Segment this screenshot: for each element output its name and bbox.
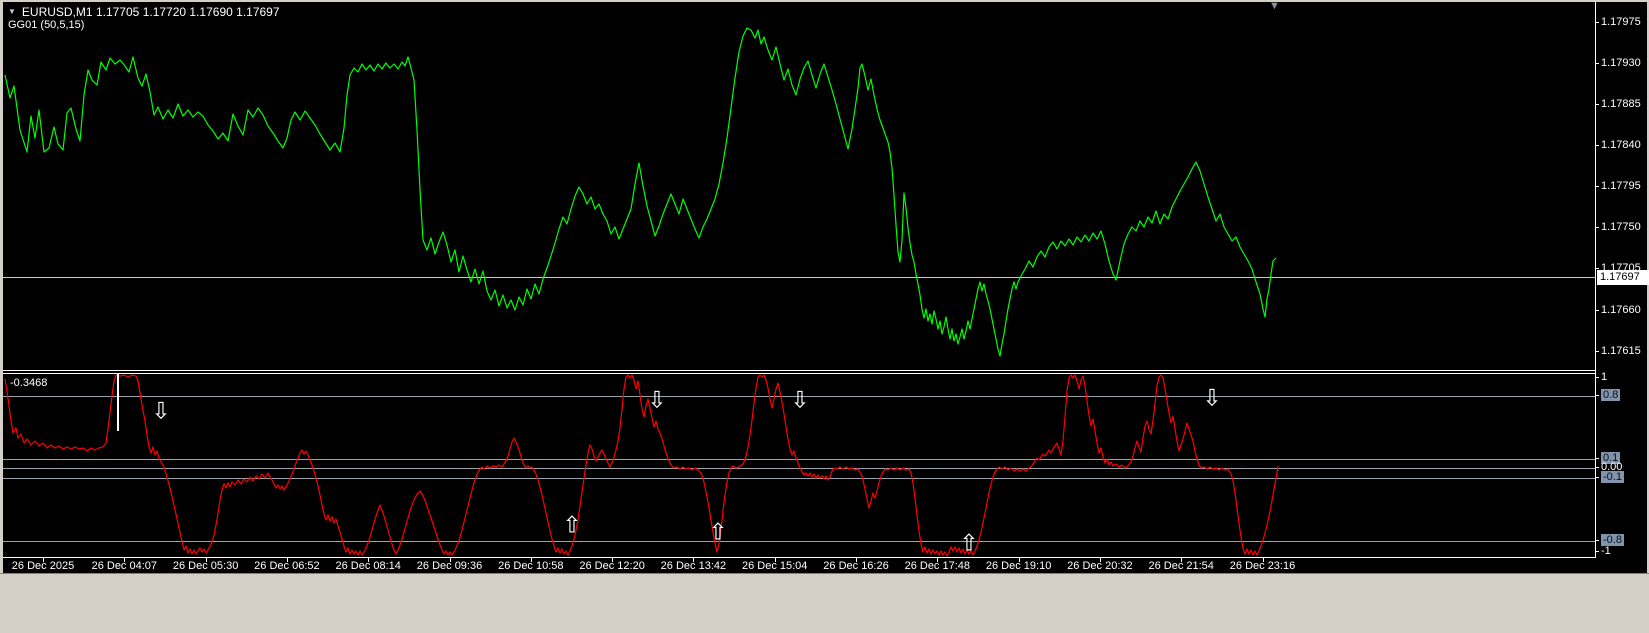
window-border-bottom <box>0 573 1649 633</box>
time-axis-label: 26 Dec 21:54 <box>1148 560 1214 572</box>
price-axis-tick <box>1595 186 1599 187</box>
price-axis-label: 1.17930 <box>1601 57 1641 69</box>
time-axis-label: 26 Dec 16:26 <box>823 560 889 572</box>
price-axis-label: 1.17885 <box>1601 98 1641 110</box>
buy-signal-arrow-icon: ⇧ <box>959 529 979 556</box>
sell-signal-arrow-icon: ⇩ <box>151 397 171 424</box>
indicator-axis-label: 0.8 <box>1601 389 1621 402</box>
window-border-left <box>0 0 3 573</box>
price-axis-tick <box>1595 22 1599 23</box>
price-axis-tick <box>1595 63 1599 64</box>
symbol-dropdown-icon[interactable]: ▼ <box>8 7 16 16</box>
mt4-chart-window: ▼ EURUSD,M1 1.17705 1.17720 1.17690 1.176… <box>0 0 1649 633</box>
time-axis-label: 26 Dec 08:14 <box>335 560 401 572</box>
time-axis-label: 26 Dec 20:32 <box>1067 560 1133 572</box>
indicator-name-label: GG01 (50,5,15) <box>8 19 85 31</box>
indicator-white-marker-line <box>117 374 119 431</box>
price-axis-tick <box>1595 310 1599 311</box>
indicator-axis-tick <box>1595 551 1599 552</box>
indicator-axis-tick <box>1595 395 1599 396</box>
price-axis-border <box>1595 2 1596 558</box>
indicator-current-value: -0.3468 <box>10 377 48 389</box>
current-price-badge: 1.17697 <box>1597 270 1649 285</box>
indicator-axis-label: -0.1 <box>1601 471 1624 484</box>
indicator-axis-tick <box>1595 458 1599 459</box>
price-series-line <box>4 27 1277 357</box>
time-axis-label: 26 Dec 05:30 <box>172 560 239 572</box>
sell-signal-arrow-icon: ⇩ <box>790 386 810 413</box>
time-axis-label: 26 Dec 12:20 <box>579 560 645 572</box>
price-axis-label: 1.17615 <box>1601 345 1641 357</box>
price-chart-canvas[interactable] <box>3 2 1595 371</box>
indicator-axis-label: 1 <box>1601 371 1608 383</box>
price-axis-tick <box>1595 104 1599 105</box>
ohlc-close: 1.17697 <box>236 5 280 19</box>
price-chart-svg <box>3 27 1595 357</box>
chart-shift-marker-icon[interactable]: ▼ <box>1269 1 1280 12</box>
time-axis-label: 26 Dec 09:36 <box>416 560 483 572</box>
buy-signal-arrow-icon: ⇧ <box>562 511 582 538</box>
time-axis-label: 26 Dec 23:16 <box>1229 560 1296 572</box>
indicator-axis-tick <box>1595 477 1599 478</box>
chart-header: ▼ EURUSD,M1 1.17705 1.17720 1.17690 1.176… <box>8 5 280 19</box>
indicator-series-line <box>4 374 1279 557</box>
price-axis-label: 1.17750 <box>1601 221 1641 233</box>
price-axis-label: 1.17840 <box>1601 139 1641 151</box>
price-axis-label: 1.17975 <box>1601 16 1641 28</box>
time-axis-label: 26 Dec 10:58 <box>498 560 564 572</box>
indicator-axis-label: -1 <box>1601 545 1611 557</box>
ohlc-low: 1.17690 <box>189 5 233 19</box>
indicator-bottom-border <box>3 557 1595 558</box>
price-axis-tick <box>1595 145 1599 146</box>
time-axis-label: 26 Dec 19:10 <box>985 560 1052 572</box>
indicator-level-badge: -0.1 <box>1601 471 1624 483</box>
time-axis-label: 26 Dec 15:04 <box>741 560 808 572</box>
time-axis-label: 26 Dec 04:07 <box>91 560 158 572</box>
time-axis-label: 26 Dec 17:48 <box>904 560 971 572</box>
ohlc-high: 1.17720 <box>142 5 187 19</box>
buy-signal-arrow-icon: ⇧ <box>708 518 728 545</box>
price-axis-tick <box>1595 227 1599 228</box>
price-axis-tick <box>1595 351 1599 352</box>
price-axis-label: 1.17795 <box>1601 180 1641 192</box>
indicator-axis-tick <box>1595 540 1599 541</box>
indicator-level-badge: 0.8 <box>1601 389 1621 401</box>
ohlc-open: 1.17705 <box>95 5 140 19</box>
indicator-axis-tick <box>1595 467 1599 468</box>
window-border-top <box>0 0 1649 2</box>
price-axis-label: 1.17660 <box>1601 304 1641 316</box>
symbol-label: EURUSD,M1 <box>21 5 93 19</box>
time-axis-label: 26 Dec 06:52 <box>254 560 320 572</box>
sell-signal-arrow-icon: ⇩ <box>1202 384 1222 411</box>
sell-signal-arrow-icon: ⇩ <box>647 386 667 413</box>
time-axis-label: 26 Dec 13:42 <box>660 560 727 572</box>
price-axis-tick <box>1595 268 1599 269</box>
time-axis-label: 26 Dec 2025 <box>11 560 75 572</box>
indicator-axis-tick <box>1595 377 1599 378</box>
chart-panel-divider[interactable] <box>3 370 1595 371</box>
